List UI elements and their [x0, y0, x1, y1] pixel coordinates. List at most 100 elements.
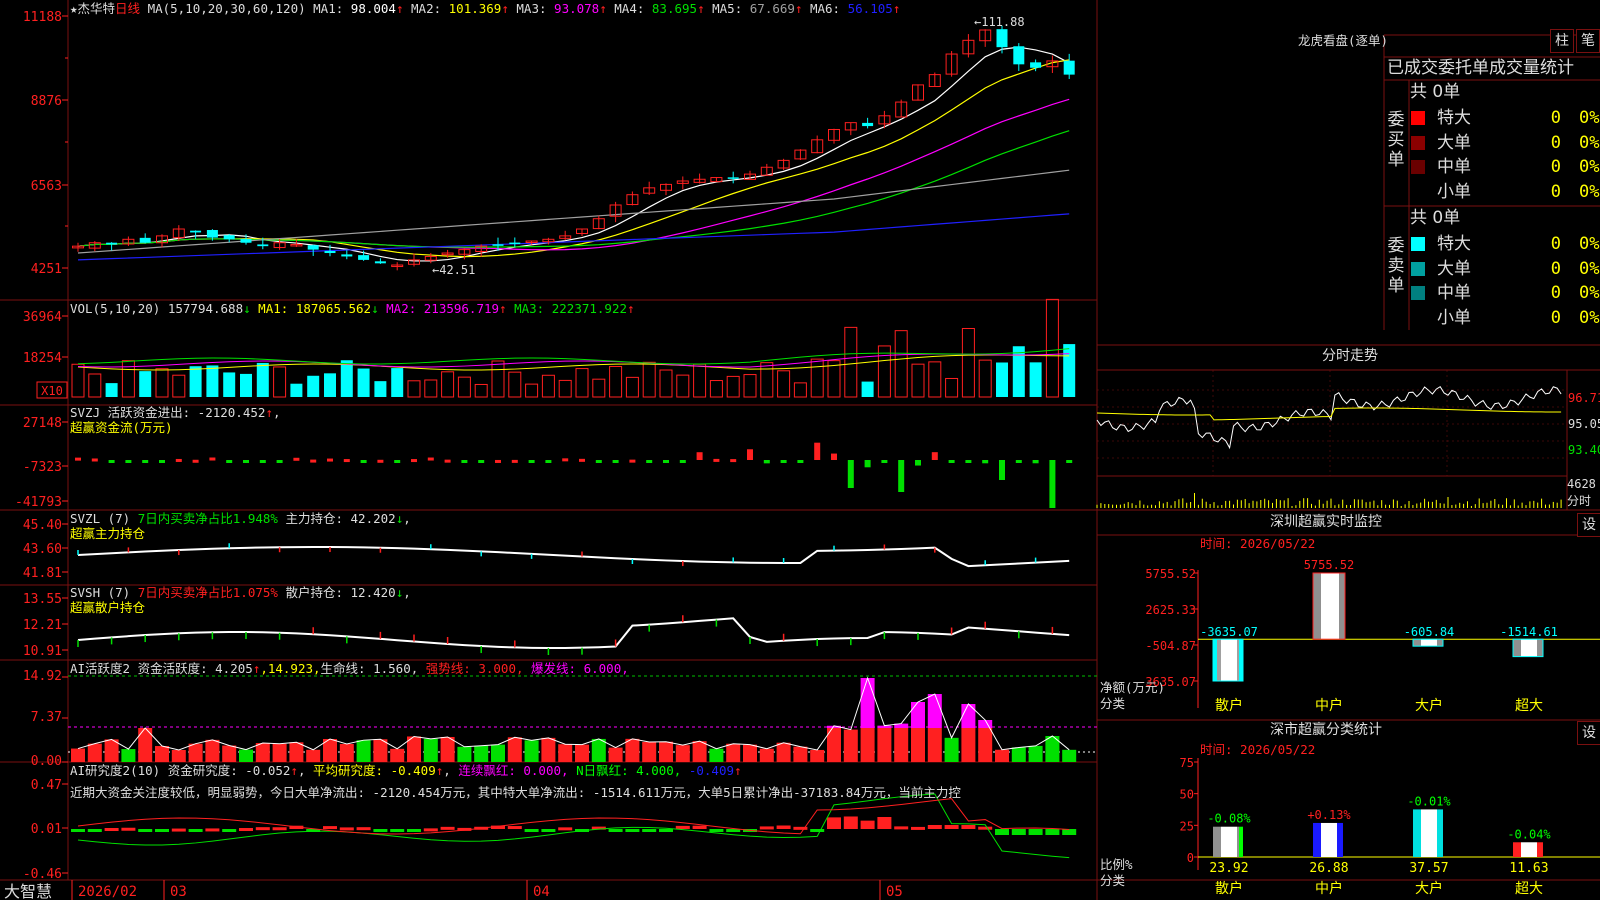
research-bar — [558, 827, 573, 831]
volume-bar — [709, 380, 723, 398]
candle — [509, 242, 521, 245]
candle — [727, 177, 739, 179]
volume-bar — [777, 370, 791, 398]
candle — [996, 29, 1008, 48]
candle — [206, 230, 218, 238]
flow-bar — [1015, 460, 1022, 463]
activity-bar — [491, 744, 505, 762]
retail-tick-label: 10.91 — [23, 644, 62, 659]
research-bar — [927, 825, 942, 829]
flow-bar — [108, 460, 115, 463]
buy-orders-row: 大单 0 0% — [1411, 131, 1600, 155]
flow-bar — [209, 457, 216, 461]
stats-bar — [1513, 842, 1515, 857]
research-bar — [877, 816, 892, 829]
flow-bar — [814, 442, 821, 460]
flow-bar — [713, 458, 720, 462]
monitor-bar — [1527, 639, 1529, 657]
price-legend: ★杰华特日线 MA(5,10,20,30,60,120) MA1: 98.004… — [70, 1, 901, 16]
volume-bar — [407, 380, 421, 398]
activity-bar — [71, 748, 85, 762]
activity-bar — [205, 739, 220, 762]
monitor-category-label: 大户 — [1415, 697, 1443, 714]
stats-bar — [1337, 822, 1339, 857]
monitor-category-label: 散户 — [1215, 697, 1243, 714]
sz-stats-ylabel: 比例% — [1100, 857, 1133, 872]
sz-monitor-title: 深圳超赢实时监控 — [1270, 514, 1382, 530]
candle — [307, 245, 319, 250]
monitor-bar — [1423, 639, 1425, 647]
research-bar — [155, 829, 169, 832]
volume-bar — [273, 366, 287, 398]
stats-change-label: +0.13% — [1307, 808, 1351, 822]
activity-tick-label: 7.37 — [31, 710, 62, 725]
flow-bar — [763, 460, 770, 464]
activity-tick-label: 0.00 — [31, 754, 62, 769]
flow-bar — [864, 460, 871, 468]
research-bar — [675, 825, 690, 829]
monitor-bar — [1315, 573, 1317, 640]
flow-tick-label: 27148 — [23, 416, 62, 431]
color-swatch-icon — [1411, 286, 1425, 300]
candle — [106, 242, 118, 245]
activity-bar — [524, 740, 539, 762]
stats-tick-label: 25 — [1180, 819, 1194, 833]
monitor-bar — [1337, 573, 1339, 640]
research-bar — [961, 825, 976, 829]
volume-bar — [592, 378, 606, 398]
flow-bar — [646, 460, 653, 463]
monitor-bar — [1525, 639, 1527, 657]
stats-value-label: 23.92 — [1209, 861, 1248, 876]
candle — [358, 255, 370, 260]
stats-bar — [1333, 822, 1335, 857]
volume-bar — [525, 383, 539, 398]
sz-monitor-title-settings-button[interactable]: 设 — [1577, 513, 1600, 537]
sz-stats-title-settings-button[interactable]: 设 — [1577, 721, 1600, 745]
activity-bar — [272, 743, 287, 762]
activity-bar — [625, 738, 640, 762]
activity-bar — [289, 742, 304, 762]
stats-bar — [1425, 809, 1427, 857]
app-name: 大智慧 — [4, 882, 52, 900]
sell-orders-label: 委卖单 — [1387, 236, 1405, 296]
stats-value-label: 26.88 — [1309, 861, 1348, 876]
activity-bar — [87, 743, 102, 762]
monitor-bar — [1419, 639, 1421, 647]
flow-legend: SVZJ 活跃资金进出: -2120.452↑, — [70, 405, 281, 420]
research-bar — [692, 825, 707, 829]
flow-bar — [394, 460, 401, 463]
volume-bar — [441, 371, 455, 398]
dragon-tabs[interactable]: 已成交委托单成交量统计 — [1387, 58, 1574, 78]
research-bar — [1011, 829, 1026, 835]
activity-bar — [558, 744, 573, 762]
stats-bar — [1437, 809, 1439, 857]
buy-orders-row: 小单 0 0% — [1437, 181, 1600, 202]
activity-bar — [877, 728, 892, 762]
stats-bar — [1535, 842, 1537, 857]
volume-bar — [996, 362, 1008, 397]
volume-bar — [105, 383, 118, 397]
stats-category-label: 散户 — [1215, 880, 1243, 897]
buy-orders-row: 中单 0 0% — [1411, 155, 1600, 179]
research-bar — [608, 829, 623, 832]
stats-bar — [1427, 809, 1429, 857]
flow-bar — [931, 452, 938, 460]
research-bar — [860, 820, 875, 829]
ma5-line — [77, 169, 1070, 254]
volume-bar — [324, 373, 336, 397]
flow-bar — [192, 459, 199, 463]
vol-tick-label: 36964 — [23, 310, 62, 325]
research-bar — [171, 828, 186, 832]
flow-bar — [679, 460, 686, 463]
bar-view-button[interactable]: 柱 — [1550, 29, 1574, 53]
research-bar — [239, 828, 253, 832]
sz-monitor-time: 时间: 2026/05/22 — [1200, 536, 1316, 551]
monitor-bar — [1439, 639, 1441, 647]
volume-bar — [726, 375, 740, 398]
hold-tick-label: 45.40 — [23, 518, 62, 533]
tick-view-button[interactable]: 笔 — [1576, 29, 1600, 53]
stats-bar — [1533, 842, 1535, 857]
stats-bar — [1239, 826, 1241, 857]
stats-bar — [1441, 809, 1443, 857]
sell-orders-row: 大单 0 0% — [1411, 257, 1600, 281]
